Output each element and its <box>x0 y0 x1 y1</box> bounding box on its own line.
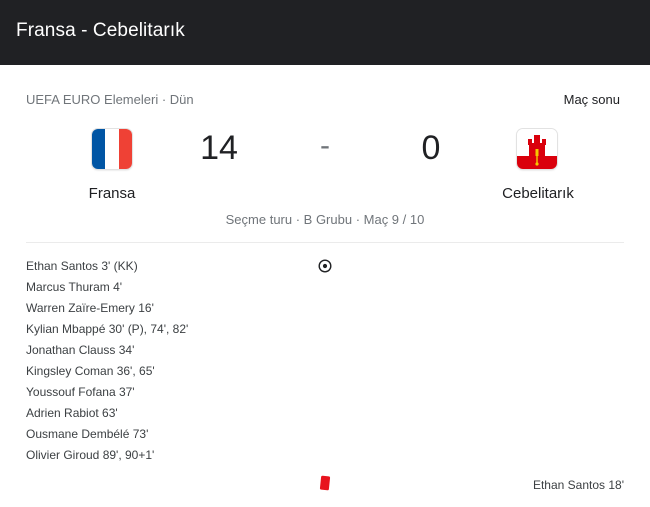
home-team-name[interactable]: Fransa <box>42 185 182 202</box>
home-scorers-list: Ethan Santos 3' (KK) Marcus Thuram 4' Wa… <box>26 258 188 468</box>
away-card-event: Ethan Santos 18' <box>532 478 624 492</box>
france-flag-icon[interactable] <box>92 129 132 169</box>
red-card-icon <box>319 475 331 491</box>
match-card[interactable]: UEFA EURO Elemeleri · Dün Maç sonu Frans… <box>0 65 650 507</box>
scorer-item: Jonathan Clauss 34' <box>26 343 135 357</box>
scorer-item: Ousmane Dembélé 73' <box>26 427 149 441</box>
app-header: Fransa - Cebelitarık <box>0 0 650 65</box>
away-team-name[interactable]: Cebelitarık <box>468 185 608 202</box>
scorer-item: Marcus Thuram 4' <box>26 280 123 294</box>
scorer-item: Adrien Rabiot 63' <box>26 406 118 420</box>
match-status: Maç sonu <box>563 92 620 107</box>
scorer-item: Ethan Santos 3' (KK) <box>26 259 138 273</box>
score-separator: - <box>320 129 330 162</box>
soccer-ball-icon <box>318 259 332 273</box>
scorer-item: Kingsley Coman 36', 65' <box>26 364 155 378</box>
divider <box>26 242 624 243</box>
round-info: Seçme turu · B Grubu · Maç 9 / 10 <box>225 212 425 227</box>
page-title: Fransa - Cebelitarık <box>16 20 185 41</box>
scorer-item: Warren Zaïre-Emery 16' <box>26 301 154 315</box>
scorer-item: Olivier Giroud 89', 90+1' <box>26 448 155 462</box>
scorer-item: Youssouf Fofana 37' <box>26 385 135 399</box>
away-score: 0 <box>421 129 441 167</box>
home-score: 14 <box>200 129 238 167</box>
scorer-item: Kylian Mbappé 30' (P), 74', 82' <box>26 322 189 336</box>
gibraltar-flag-icon[interactable] <box>517 129 557 169</box>
competition-label[interactable]: UEFA EURO Elemeleri · Dün <box>26 92 194 107</box>
